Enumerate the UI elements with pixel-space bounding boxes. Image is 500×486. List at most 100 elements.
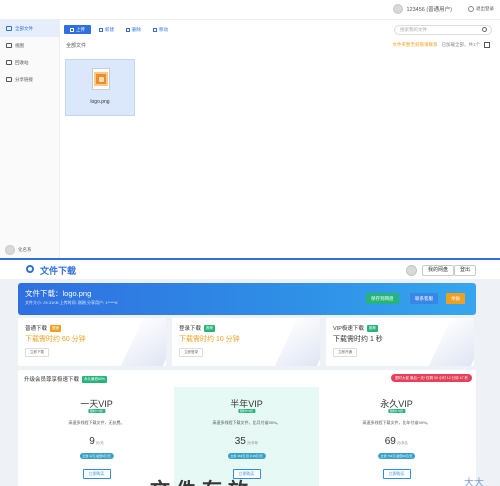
speed-estimate: 下载需时约 60 分钟 <box>25 336 86 343</box>
saving-pill: 立省 11元 最低9元/天 <box>79 453 114 459</box>
permission-notice: 文件夹暂无权限请联系 <box>392 42 438 47</box>
card-title: 普通下载 <box>25 326 48 332</box>
open-vip-button[interactable]: 立即开通 <box>333 348 357 357</box>
folder-icon <box>6 26 12 31</box>
mode-tag: 推荐 <box>366 324 378 332</box>
login-button[interactable]: 立即登录 <box>179 348 203 357</box>
logout-button[interactable]: 登出 <box>454 265 477 276</box>
delete-label: 删除 <box>132 26 141 32</box>
avatar <box>5 245 15 255</box>
power-icon <box>468 6 474 12</box>
vip-tag: 永久最低80% <box>82 375 108 383</box>
plan-desc: 高速多线程下载文件，无抗费。 <box>68 420 125 425</box>
sidebar-item-view[interactable]: 视图 <box>0 37 59 54</box>
trash-icon <box>126 27 130 32</box>
avatar <box>393 4 404 14</box>
cloud-drive-panel: 123456 (普通用户) 退出登录 全部文件 视图 回收站 分享链接 化名系 <box>0 0 500 258</box>
search-icon[interactable] <box>482 27 487 32</box>
price-value: 9 <box>89 436 95 447</box>
sidebar-item-label: 回收站 <box>15 59 29 65</box>
user-name: 123456 (普通用户) <box>406 7 452 13</box>
move-icon <box>153 27 157 32</box>
sidebar-item-label: 视图 <box>15 42 24 48</box>
user-menu[interactable]: 123456 (普通用户) <box>393 4 452 14</box>
upload-button[interactable]: 上传 <box>64 25 91 34</box>
logout-label: 退出登录 <box>476 6 494 11</box>
card-title: 登录下载 <box>179 326 202 332</box>
move-button[interactable]: 移动 <box>149 25 172 34</box>
file-item[interactable]: logo.png <box>65 59 135 116</box>
plan-permanent: 永久VIP 限时1.5折 高速多线程下载文件，比年付省90%。 69元/永久 立… <box>324 387 469 486</box>
sidebar-item-all-files[interactable]: 全部文件 <box>0 20 59 37</box>
normal-download-button[interactable]: 立即下载 <box>25 348 49 357</box>
card-title: VIP极速下载 <box>333 326 364 332</box>
top-bar: 123456 (普通用户) 退出登录 <box>0 0 500 20</box>
login-download-card: 登录下载 推荐 下载需时约 10 分钟 立即登录 <box>172 318 320 366</box>
my-drive-button[interactable]: 我的网盘 <box>422 265 455 276</box>
plan-price: 35元/半年 <box>174 436 319 447</box>
file-title: 文件下载：logo.png <box>25 289 92 298</box>
price-unit: 元/天 <box>95 441 104 445</box>
new-folder-label: 新建 <box>105 26 114 32</box>
saving-pill: 立省 163元 仅 0.19元/天 <box>227 453 266 459</box>
monitor-icon <box>6 43 12 48</box>
share-icon <box>6 77 12 82</box>
watermark-secondary: 大大 <box>464 478 484 486</box>
price-value: 35 <box>234 436 246 447</box>
speed-estimate: 下载需时约 10 分钟 <box>179 336 240 343</box>
save-to-drive-button[interactable]: 保存到网盘 <box>366 293 399 304</box>
normal-download-card: 普通下载 慢速 下载需时约 60 分钟 立即下载 <box>18 318 166 366</box>
file-count: 已加载全部，共1个 <box>441 42 480 47</box>
search-placeholder: 搜索我的文件 <box>400 27 427 32</box>
image-file-icon <box>92 68 110 90</box>
mode-tag: 慢速 <box>50 324 62 332</box>
download-header: 文件下载 我的网盘 登出 <box>0 258 500 279</box>
new-folder-button[interactable]: 新建 <box>95 25 118 34</box>
file-area: 上传 新建 删除 移动 搜索我的文件 全部文件 文件夹暂无权限请联系 已加载全部… <box>60 20 500 258</box>
mode-tag: 推荐 <box>204 324 216 332</box>
price-value: 69 <box>384 436 396 447</box>
sidebar-item-recycle[interactable]: 回收站 <box>0 54 59 71</box>
promo-countdown: 限时大促 最后一天! 仅剩 00 小时 13 分钟 47 秒 <box>391 374 472 382</box>
buy-button[interactable]: 立即购买 <box>382 469 411 479</box>
plan-half-year: 半年VIP 限时5.5折 高速多线程下载文件，比月付省55%。 35元/半年 立… <box>174 387 319 486</box>
sidebar: 全部文件 视图 回收站 分享链接 化名系 <box>0 20 60 258</box>
add-folder-icon <box>99 27 103 32</box>
sidebar-item-label: 全部文件 <box>15 25 33 31</box>
plan-price: 9元/天 <box>24 436 169 447</box>
delete-button[interactable]: 删除 <box>122 25 145 34</box>
report-button[interactable]: 举报 <box>446 293 465 304</box>
speed-estimate: 下载需时约 1 秒 <box>333 336 383 343</box>
discount-badge: 限时5.5折 <box>237 409 256 413</box>
sidebar-item-label: 分享链接 <box>15 76 33 82</box>
plan-one-day: 一天VIP 限时7.5折 高速多线程下载文件，无抗费。 9元/天 立省 11元 … <box>24 387 169 486</box>
file-banner: 文件下载：logo.png 文件大小: 25.31KB 上传时间: 刚刚 分享用… <box>18 283 476 315</box>
vip-download-card: VIP极速下载 推荐 下载需时约 1 秒 立即开通 <box>326 318 474 366</box>
plan-price: 69元/永久 <box>324 436 469 447</box>
avatar[interactable] <box>406 265 417 276</box>
contact-support-button[interactable]: 联系客服 <box>410 293 438 304</box>
sidebar-user[interactable]: 化名系 <box>5 245 32 255</box>
saving-pill: 立省 731元 最低69元/天 <box>377 453 416 459</box>
sidebar-item-share[interactable]: 分享链接 <box>0 71 59 88</box>
upload-label: 上传 <box>76 26 85 32</box>
buy-button[interactable]: 立即购买 <box>82 469 111 479</box>
logo-icon <box>26 265 34 273</box>
page-title: 文件下载 <box>40 266 77 276</box>
upload-icon <box>70 27 74 32</box>
price-unit: 元/半年 <box>246 441 259 445</box>
file-name: logo.png <box>90 99 110 105</box>
trash-icon <box>6 60 12 65</box>
toolbar: 上传 新建 删除 移动 <box>64 25 172 34</box>
search-input[interactable]: 搜索我的文件 <box>394 25 492 35</box>
file-meta: 文件大小: 25.31KB 上传时间: 刚刚 分享用户: 1*****6 <box>25 300 118 305</box>
discount-badge: 限时7.5折 <box>87 409 106 413</box>
vip-section: 升级会员尊享极速下载 永久最低80% 限时大促 最后一天! 仅剩 00 小时 1… <box>18 370 476 486</box>
watermark: 文件存放 <box>150 474 254 486</box>
status-bar: 文件夹暂无权限请联系 已加载全部，共1个 <box>392 42 490 48</box>
logout-button[interactable]: 退出登录 <box>468 6 494 12</box>
download-page: 文件下载 我的网盘 登出 文件下载：logo.png 文件大小: 25.31KB… <box>0 258 500 486</box>
grid-view-icon[interactable] <box>484 42 490 48</box>
breadcrumb[interactable]: 全部文件 <box>66 42 86 49</box>
move-label: 移动 <box>159 26 168 32</box>
